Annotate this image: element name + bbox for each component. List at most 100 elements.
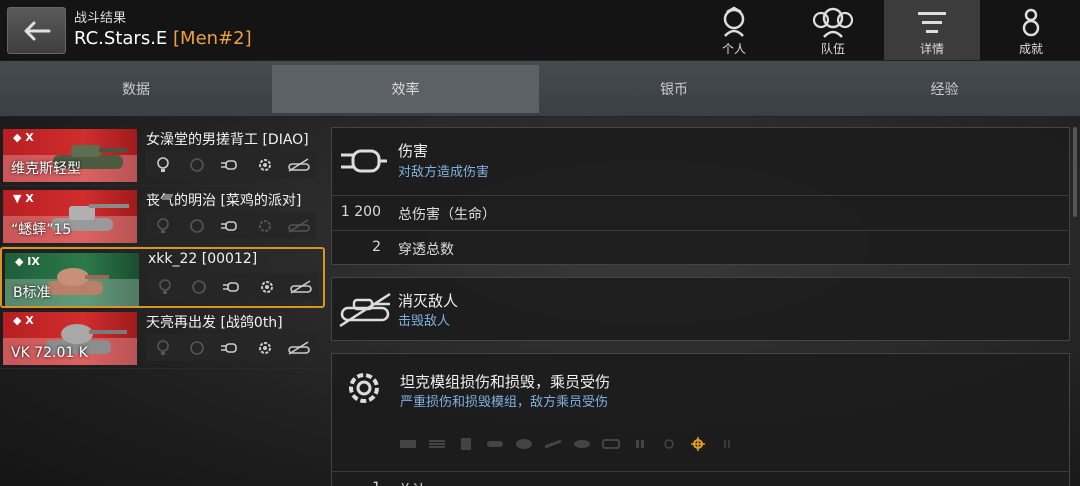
gear-icon — [248, 151, 282, 178]
top-bar: 战斗结果 RC.Stars.E [Men#2] 个人 队伍 详情 成就 — [0, 0, 1080, 60]
tab-details-label: 详情 — [919, 42, 944, 56]
kills-subtitle: 击毁敌人 — [398, 314, 451, 329]
stat-value: 1 — [372, 480, 381, 486]
assist-icon — [182, 273, 216, 300]
tank-tier: ▼ X — [13, 192, 34, 205]
modules-title: 坦克模组损伤和损毁，乘员受伤 — [400, 373, 611, 391]
player-name: RC.Stars.E — [74, 28, 168, 49]
tank-silhouette-icon — [47, 268, 109, 295]
achievement-icons — [146, 334, 316, 361]
player-list: ◆ X 维克斯轻型 女澡堂的男搓背工 [DIAO] ▼ X “蟋蟀”15 丧气的… — [0, 125, 325, 369]
page-subtitle: 战斗结果 — [74, 11, 127, 26]
gear-icon — [338, 368, 390, 408]
shell-icon — [214, 151, 248, 178]
tab-achievements[interactable]: 成就 — [983, 0, 1079, 60]
clan-tag: [Men#2] — [173, 28, 252, 49]
target-icon — [659, 437, 679, 451]
tank-kill-icon — [282, 334, 316, 361]
tank-tier: ◆ IX — [15, 255, 40, 268]
modules-subtitle: 严重损伤和损毁模组，敌方乘员受伤 — [400, 395, 609, 410]
tank-name: 维克斯轻型 — [11, 161, 81, 177]
tank-image: ▼ X “蟋蟀”15 — [3, 190, 137, 243]
tab-experience[interactable]: 经验 — [809, 61, 1080, 117]
stat-row: 2 穿透总数 — [332, 230, 1069, 264]
tab-personal[interactable]: 个人 — [686, 0, 782, 60]
lightbulb-icon — [146, 334, 180, 361]
player-name: 丧气的明治 [菜鸡的派对] — [146, 193, 302, 209]
kills-title: 消灭敌人 — [398, 292, 459, 310]
achievement-icons — [148, 273, 318, 300]
tank-image: ◆ X 维克斯轻型 — [3, 129, 137, 182]
lightbulb-icon — [148, 273, 182, 300]
scrollbar[interactable] — [1073, 127, 1077, 217]
tab-details[interactable]: 详情 — [884, 0, 980, 60]
stat-value: 2 — [372, 239, 381, 255]
crew-icon — [630, 437, 650, 451]
shell-icon — [214, 212, 248, 239]
crosshair-icon — [688, 437, 708, 451]
tab-data[interactable]: 数据 — [0, 61, 272, 117]
tab-team[interactable]: 队伍 — [785, 0, 881, 60]
stat-row: 1 总计 — [332, 471, 1069, 486]
turret-icon — [514, 437, 534, 451]
tank-image: ◆ IX B标准 — [5, 253, 139, 306]
team-icon — [812, 7, 854, 38]
tank-kill-icon — [282, 151, 316, 178]
tank-kill-icon — [282, 212, 316, 239]
player-name: 女澡堂的男搓背工 [DIAO] — [146, 132, 309, 148]
tank-kill-icon — [338, 288, 394, 332]
page-title: RC.Stars.E [Men#2] — [74, 28, 252, 50]
fuel-tank-icon — [456, 437, 476, 451]
damage-subtitle: 对敌方造成伤害 — [398, 165, 490, 180]
ammo-rack-icon — [485, 437, 505, 451]
tab-efficiency[interactable]: 效率 — [272, 65, 539, 113]
tank-image: ◆ X VK 72.01 K — [3, 312, 137, 365]
tank-tier: ◆ X — [13, 314, 34, 327]
tank-tier: ◆ X — [13, 131, 34, 144]
modules-panel: 坦克模组损伤和损毁，乘员受伤 严重损伤和损毁模组，敌方乘员受伤 1 总计 — [331, 353, 1070, 486]
kills-panel: 消灭敌人 击毁敌人 — [331, 277, 1070, 341]
details-icon — [918, 12, 946, 33]
shell-icon — [214, 334, 248, 361]
achievement-icons — [146, 212, 316, 239]
player-row[interactable]: ◆ X 维克斯轻型 女澡堂的男搓背工 [DIAO] — [0, 125, 325, 186]
stat-label: 穿透总数 — [398, 242, 454, 258]
player-name: xkk_22 [00012] — [148, 251, 258, 267]
damage-panel: 伤害 对敌方造成伤害 1 200 总伤害（生命） 2 穿透总数 — [331, 127, 1070, 265]
module-icons — [398, 437, 737, 451]
tab-team-label: 队伍 — [820, 42, 845, 56]
tab-personal-label: 个人 — [721, 42, 746, 56]
person-icon — [723, 6, 745, 37]
assist-icon — [180, 334, 214, 361]
engine-icon — [398, 437, 418, 451]
damage-title: 伤害 — [398, 142, 429, 160]
lightbulb-icon — [146, 212, 180, 239]
tank-name: VK 72.01 K — [11, 345, 88, 361]
player-row[interactable]: ▼ X “蟋蟀”15 丧气的明治 [菜鸡的派对] — [0, 186, 325, 247]
player-row-selected[interactable]: ◆ IX B标准 xkk_22 [00012] — [0, 247, 325, 308]
assist-icon — [180, 212, 214, 239]
observation-icon — [572, 437, 592, 451]
stat-value: 1 200 — [340, 204, 381, 220]
shell-icon — [216, 273, 250, 300]
arrow-left-icon — [24, 21, 50, 40]
tank-name: “蟋蟀”15 — [11, 222, 72, 238]
assist-icon — [180, 151, 214, 178]
tab-credits[interactable]: 银币 — [539, 61, 809, 117]
transmission-icon — [427, 437, 447, 451]
lightbulb-icon — [146, 151, 180, 178]
gun-icon — [543, 437, 563, 451]
player-row[interactable]: ◆ X VK 72.01 K 天亮再出发 [战鸽0th] — [0, 308, 325, 369]
gear-icon — [250, 273, 284, 300]
sub-tabs: 数据 效率 银币 经验 — [0, 61, 1080, 117]
back-button[interactable] — [7, 7, 66, 54]
player-name: 天亮再出发 [战鸽0th] — [146, 315, 283, 331]
tab-achievements-label: 成就 — [1018, 42, 1043, 56]
stat-label: 总计 — [398, 480, 426, 486]
stat-row: 1 200 总伤害（生命） — [332, 195, 1069, 229]
achievement-icons — [146, 151, 316, 178]
gear-icon — [248, 334, 282, 361]
gear-icon — [248, 212, 282, 239]
title-block: 战斗结果 RC.Stars.E [Men#2] — [74, 10, 252, 50]
tank-name: B标准 — [13, 285, 51, 301]
